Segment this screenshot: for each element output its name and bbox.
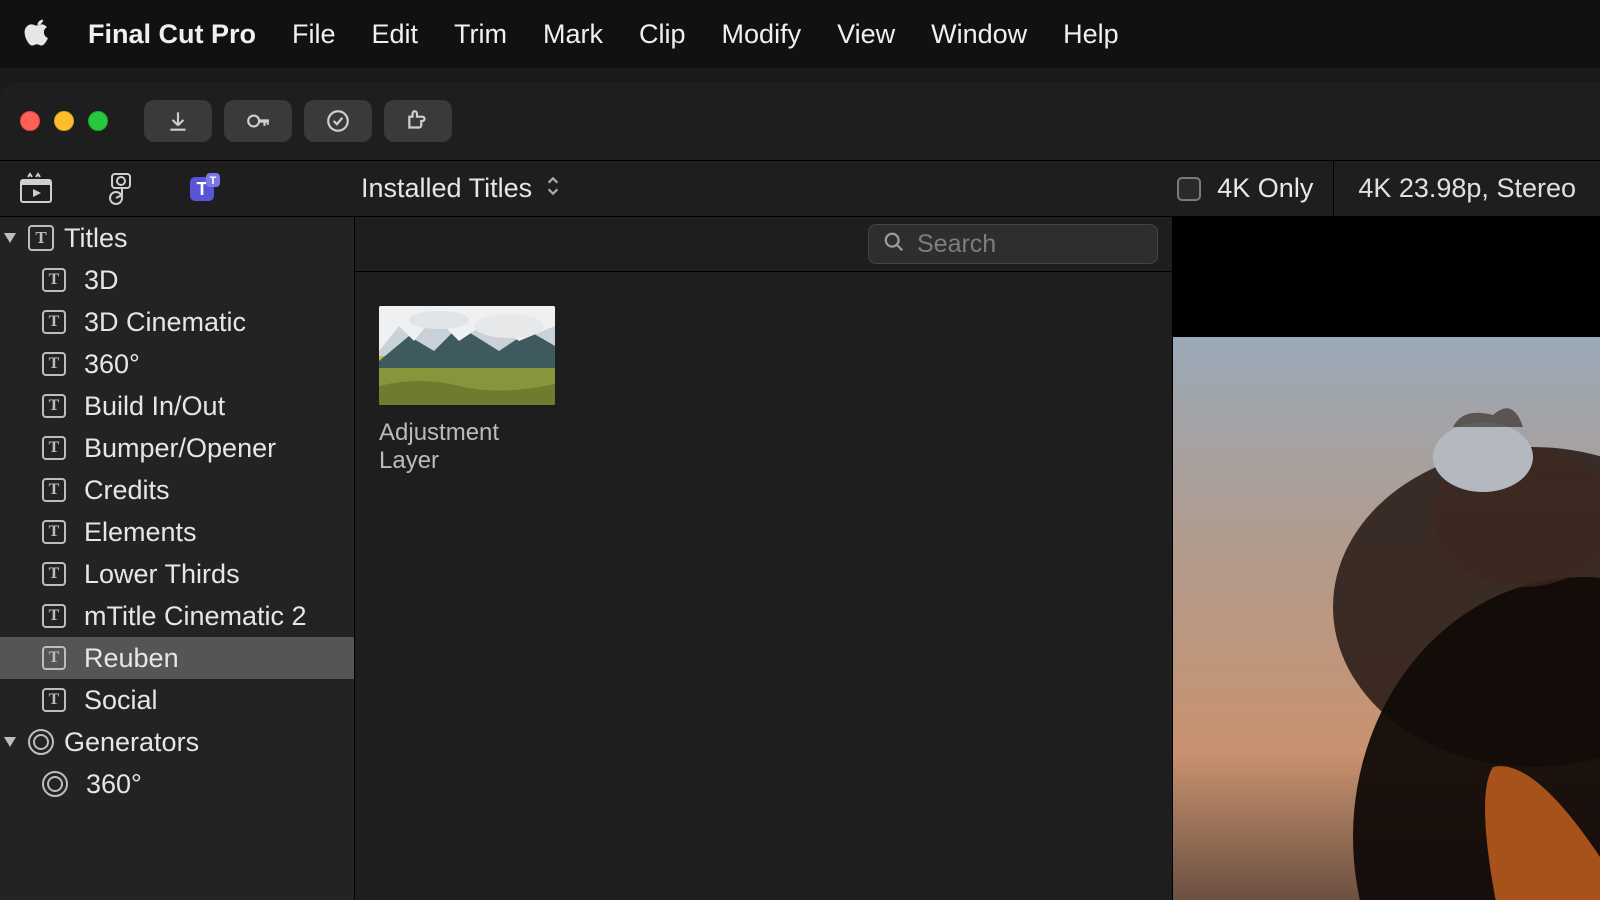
menu-file[interactable]: File <box>292 19 336 50</box>
sidebar-item-gen-360[interactable]: 360° <box>0 763 354 805</box>
search-icon <box>883 231 905 258</box>
sidebar-item-label: 3D Cinematic <box>84 307 246 338</box>
menu-view[interactable]: View <box>837 19 895 50</box>
menu-window[interactable]: Window <box>931 19 1027 50</box>
disclosure-triangle-icon <box>4 737 16 747</box>
thumbnail-image <box>379 306 555 405</box>
title-icon: T <box>42 646 66 670</box>
viewer-black-bar <box>1173 217 1600 337</box>
sidebar-item-label: Elements <box>84 517 197 548</box>
sidebar-item-bumper-opener[interactable]: T Bumper/Opener <box>0 427 354 469</box>
sidebar-section-titles[interactable]: T Titles <box>0 217 354 259</box>
photos-audio-tab-icon[interactable] <box>102 171 138 207</box>
4k-only-checkbox[interactable]: 4K Only <box>1177 173 1313 204</box>
apple-logo-icon[interactable] <box>24 18 52 51</box>
toolbar-import-button[interactable] <box>144 100 212 142</box>
thumbnail-label: Adjustment Layer <box>379 419 555 475</box>
menu-modify[interactable]: Modify <box>722 19 802 50</box>
browser-tabs: TT <box>0 171 355 207</box>
chevron-updown-icon <box>544 173 562 204</box>
menu-trim[interactable]: Trim <box>454 19 507 50</box>
title-icon: T <box>42 436 66 460</box>
window-controls <box>20 111 108 131</box>
sidebar-section-label: Generators <box>64 727 199 758</box>
menubar: Final Cut Pro File Edit Trim Mark Clip M… <box>0 0 1600 68</box>
sidebar-item-social[interactable]: T Social <box>0 679 354 721</box>
sidebar-item-3d[interactable]: T 3D <box>0 259 354 301</box>
sidebar: T Titles T 3D T 3D Cinematic T 360° T Build … <box>0 217 355 900</box>
app-name[interactable]: Final Cut Pro <box>88 19 256 50</box>
project-format-label: 4K 23.98p, Stereo <box>1333 161 1600 216</box>
content-area: T Titles T 3D T 3D Cinematic T 360° T Build … <box>0 217 1600 900</box>
title-icon: T <box>42 604 66 628</box>
title-icon: T <box>42 310 66 334</box>
titles-scope-dropdown[interactable]: Installed Titles <box>361 173 562 204</box>
sidebar-item-label: Bumper/Opener <box>84 433 276 464</box>
checkbox-icon <box>1177 177 1201 201</box>
sidebar-item-label: Lower Thirds <box>84 559 240 590</box>
titles-generators-tab-icon[interactable]: TT <box>186 171 222 207</box>
search-row <box>355 217 1172 272</box>
sidebar-item-reuben[interactable]: T Reuben <box>0 637 354 679</box>
toolbar-keyword-button[interactable] <box>224 100 292 142</box>
toolbar-extensions-button[interactable] <box>384 100 452 142</box>
sidebar-item-mtitle-cinematic-2[interactable]: TmTitle Cinematic 2 <box>0 595 354 637</box>
sidebar-item-label: 360° <box>84 349 140 380</box>
sidebar-section-generators[interactable]: Generators <box>0 721 354 763</box>
zoom-window-button[interactable] <box>88 111 108 131</box>
title-icon: T <box>42 562 66 586</box>
viewer-preview[interactable] <box>1173 337 1600 900</box>
sidebar-item-elements[interactable]: T Elements <box>0 511 354 553</box>
title-icon: T <box>42 520 66 544</box>
sidebar-item-credits[interactable]: T Credits <box>0 469 354 511</box>
title-icon: T <box>42 352 66 376</box>
menu-clip[interactable]: Clip <box>639 19 686 50</box>
sidebar-item-label: Reuben <box>84 643 179 674</box>
generator-icon <box>28 729 54 755</box>
sidebar-item-label: 360° <box>86 769 142 800</box>
titlebar <box>0 82 1600 160</box>
disclosure-triangle-icon <box>4 233 16 243</box>
sidebar-item-label: Social <box>84 685 158 716</box>
browser-filter-bar: Installed Titles 4K Only <box>355 173 1333 204</box>
generator-icon <box>42 771 68 797</box>
4k-only-label: 4K Only <box>1217 173 1313 204</box>
title-icon: T <box>42 688 66 712</box>
sidebar-section-label: Titles <box>64 223 128 254</box>
sidebar-item-lower-thirds[interactable]: T Lower Thirds <box>0 553 354 595</box>
title-icon: T <box>42 394 66 418</box>
sidebar-item-build-in-out[interactable]: T Build In/Out <box>0 385 354 427</box>
sidebar-item-label: Build In/Out <box>84 391 225 422</box>
app-window: TT Installed Titles 4K Only 4K 23.98p, S… <box>0 82 1600 900</box>
title-icon: T <box>28 225 54 251</box>
browser-header: TT Installed Titles 4K Only 4K 23.98p, S… <box>0 160 1600 217</box>
svg-text:T: T <box>197 179 208 199</box>
sidebar-item-360[interactable]: T 360° <box>0 343 354 385</box>
menu-edit[interactable]: Edit <box>372 19 419 50</box>
menu-help[interactable]: Help <box>1063 19 1119 50</box>
browser-main: Adjustment Layer <box>355 217 1173 900</box>
titles-scope-label: Installed Titles <box>361 173 532 204</box>
sidebar-item-3d-cinematic[interactable]: T 3D Cinematic <box>0 301 354 343</box>
sidebar-item-label: Credits <box>84 475 170 506</box>
toolbar-background-tasks-button[interactable] <box>304 100 372 142</box>
svg-text:T: T <box>210 175 217 187</box>
libraries-tab-icon[interactable] <box>18 171 54 207</box>
title-icon: T <box>42 268 66 292</box>
sidebar-item-label: 3D <box>84 265 119 296</box>
minimize-window-button[interactable] <box>54 111 74 131</box>
sidebar-item-label: mTitle Cinematic 2 <box>84 601 307 632</box>
thumbnail-adjustment-layer[interactable]: Adjustment Layer <box>379 306 555 475</box>
search-box[interactable] <box>868 224 1158 264</box>
menu-mark[interactable]: Mark <box>543 19 603 50</box>
title-icon: T <box>42 478 66 502</box>
thumbnail-grid: Adjustment Layer <box>355 272 1172 509</box>
close-window-button[interactable] <box>20 111 40 131</box>
viewer-panel <box>1173 217 1600 900</box>
